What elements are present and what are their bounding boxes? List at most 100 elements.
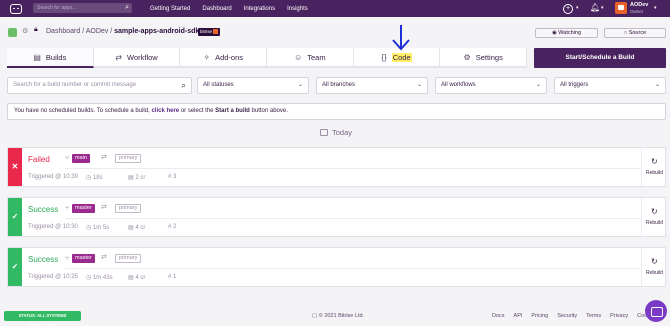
breadcrumb-dashboard[interactable]: Dashboard <box>46 28 80 35</box>
tab-label: Workflow <box>127 52 158 62</box>
bitrise-tag: bitrise <box>198 28 221 36</box>
rebuild-button[interactable]: ↻ Rebuild <box>641 198 666 236</box>
duration: ◷ 18s <box>86 174 103 181</box>
build-search-input[interactable]: Search for a build number or commit mess… <box>7 77 192 94</box>
build-row[interactable]: ✓ Success ⑂ master ⇄ primary Triggered @… <box>7 197 666 237</box>
notice-text: button above. <box>251 108 288 114</box>
nav-integrations[interactable]: Integrations <box>244 6 275 12</box>
chevron-down-icon[interactable]: ▾ <box>601 5 604 11</box>
tab-label: Code <box>391 52 412 62</box>
workflow-tag: primary <box>115 254 142 263</box>
branch-icon: ⑂ <box>65 155 70 162</box>
top-nav: Search for apps... ⌕ Getting Started Das… <box>0 0 670 17</box>
build-row[interactable]: ✓ Success ⑂ master ⇄ primary Triggered @… <box>7 247 666 287</box>
footer-link-security[interactable]: Security <box>557 313 577 319</box>
chevron-down-icon[interactable]: ▾ <box>576 5 579 11</box>
search-icon[interactable]: ⌕ <box>182 78 186 93</box>
bell-icon[interactable]: 🔔︎ <box>590 3 600 12</box>
tab-builds[interactable]: ▤ Builds <box>7 48 94 68</box>
add-icon[interactable]: + <box>563 4 573 14</box>
user-name[interactable]: AODev <box>630 2 648 8</box>
clock-icon: ◷ <box>86 225 92 231</box>
branch-filter-value: All branches <box>322 82 356 88</box>
workflow-icon: ⇄ <box>101 204 107 211</box>
watching-button[interactable]: ◉ Watching <box>535 28 598 38</box>
copyright: ▢ © 2021 Bitrise Ltd. <box>312 313 364 319</box>
breadcrumb-workspace[interactable]: AODev <box>86 28 109 35</box>
chevron-down-icon: ⌄ <box>654 82 660 88</box>
user-role: Owner <box>630 9 644 14</box>
chevron-down-icon[interactable]: ▾ <box>654 5 657 11</box>
footer-link-pricing[interactable]: Pricing <box>531 313 548 319</box>
gear-icon: ⚙ <box>463 52 471 62</box>
rebuild-button[interactable]: ↻ Rebuild <box>641 248 666 286</box>
rebuild-label: Rebuild <box>646 270 663 276</box>
trigger-filter-select[interactable]: All triggers ⌄ <box>554 77 666 94</box>
branch-tag: master <box>72 204 95 213</box>
tab-addons[interactable]: ✧ Add-ons <box>180 48 268 68</box>
tab-label: Add-ons <box>215 52 243 62</box>
stack-icon: ▤ <box>128 275 134 281</box>
build-status: Success <box>28 205 59 214</box>
nav-getting-started[interactable]: Getting Started <box>150 6 190 12</box>
chevron-down-icon: ⌄ <box>297 82 303 88</box>
nav-links: Getting Started Dashboard Integrations I… <box>150 0 308 17</box>
build-number: # 3 <box>168 174 176 180</box>
start-build-button[interactable]: Start/Schedule a Build <box>534 48 666 68</box>
chat-icon[interactable] <box>645 300 667 322</box>
workflow-icon: ⇄ <box>101 254 107 261</box>
hash-icon: # <box>168 274 172 280</box>
refresh-icon: ↻ <box>651 157 658 166</box>
status-filter-select[interactable]: All statuses ⌄ <box>197 77 309 94</box>
build-status: Success <box>28 255 59 264</box>
footer-link-privacy[interactable]: Privacy <box>610 313 628 319</box>
tab-workflow[interactable]: ⇄ Workflow <box>93 48 181 68</box>
eye-icon: ◉ <box>551 30 557 36</box>
build-search-placeholder: Search for a build number or commit mess… <box>13 82 137 88</box>
workflow-icon: ⇄ <box>101 154 107 161</box>
branch-tag: master <box>72 254 95 263</box>
nav-insights[interactable]: Insights <box>287 6 308 12</box>
stack-value: 4 cr <box>135 225 146 231</box>
check-icon: ✓ <box>8 198 22 236</box>
avatar[interactable] <box>615 2 627 14</box>
tab-settings[interactable]: ⚙ Settings <box>440 48 528 68</box>
code-icon: {} <box>381 52 387 62</box>
build-number-value: 1 <box>173 274 177 280</box>
annotation-arrow-icon <box>392 25 410 51</box>
build-row[interactable]: ✕ Failed ⑂ main ⇄ primary Triggered @ 10… <box>7 147 666 187</box>
source-button[interactable]: ○ Source <box>604 28 666 38</box>
tab-label: Team <box>307 52 326 62</box>
branch-icon: ⑂ <box>65 205 70 212</box>
duration: ◷ 1m 43s <box>86 274 113 281</box>
schedule-build-link[interactable]: click here <box>151 108 179 114</box>
date-group-label: Today <box>332 128 353 137</box>
app-search-input[interactable]: Search for apps... ⌕ <box>33 3 132 13</box>
stack-icon: ▤ <box>128 225 134 231</box>
system-status-badge[interactable]: STATUS: ALL SYSTEMS OPERATIONAL <box>4 311 81 326</box>
team-icon: ☺ <box>294 52 303 62</box>
footer-link-terms[interactable]: Terms <box>586 313 601 319</box>
triggered-time: Triggered @ 10:30 <box>28 224 78 230</box>
bitrise-logo-icon[interactable] <box>10 3 22 14</box>
notice-text: or select the <box>180 108 214 114</box>
workflow-filter-value: All workflows <box>441 82 476 88</box>
stack-icon: ▤ <box>128 175 134 181</box>
branch-icon: ⑂ <box>65 255 70 262</box>
footer-link-docs[interactable]: Docs <box>492 313 505 319</box>
rebuild-button[interactable]: ↻ Rebuild <box>641 148 666 186</box>
trigger-filter-value: All triggers <box>560 82 589 88</box>
nav-dashboard[interactable]: Dashboard <box>202 6 231 12</box>
chevron-down-icon: ⌄ <box>535 82 541 88</box>
footer-link-api[interactable]: API <box>514 313 523 319</box>
tab-label: Settings <box>475 52 503 62</box>
stack-info: ▤ 4 cr <box>128 224 145 231</box>
branch-tag: main <box>72 154 90 163</box>
tab-team[interactable]: ☺ Team <box>267 48 354 68</box>
scheduled-builds-notice: You have no scheduled builds. To schedul… <box>7 103 666 120</box>
branch-filter-select[interactable]: All branches ⌄ <box>316 77 428 94</box>
search-icon[interactable]: ⌕ <box>125 4 129 12</box>
workflow-filter-select[interactable]: All workflows ⌄ <box>435 77 547 94</box>
gear-icon[interactable]: ⚙ <box>22 27 28 35</box>
build-number-value: 3 <box>173 174 177 180</box>
